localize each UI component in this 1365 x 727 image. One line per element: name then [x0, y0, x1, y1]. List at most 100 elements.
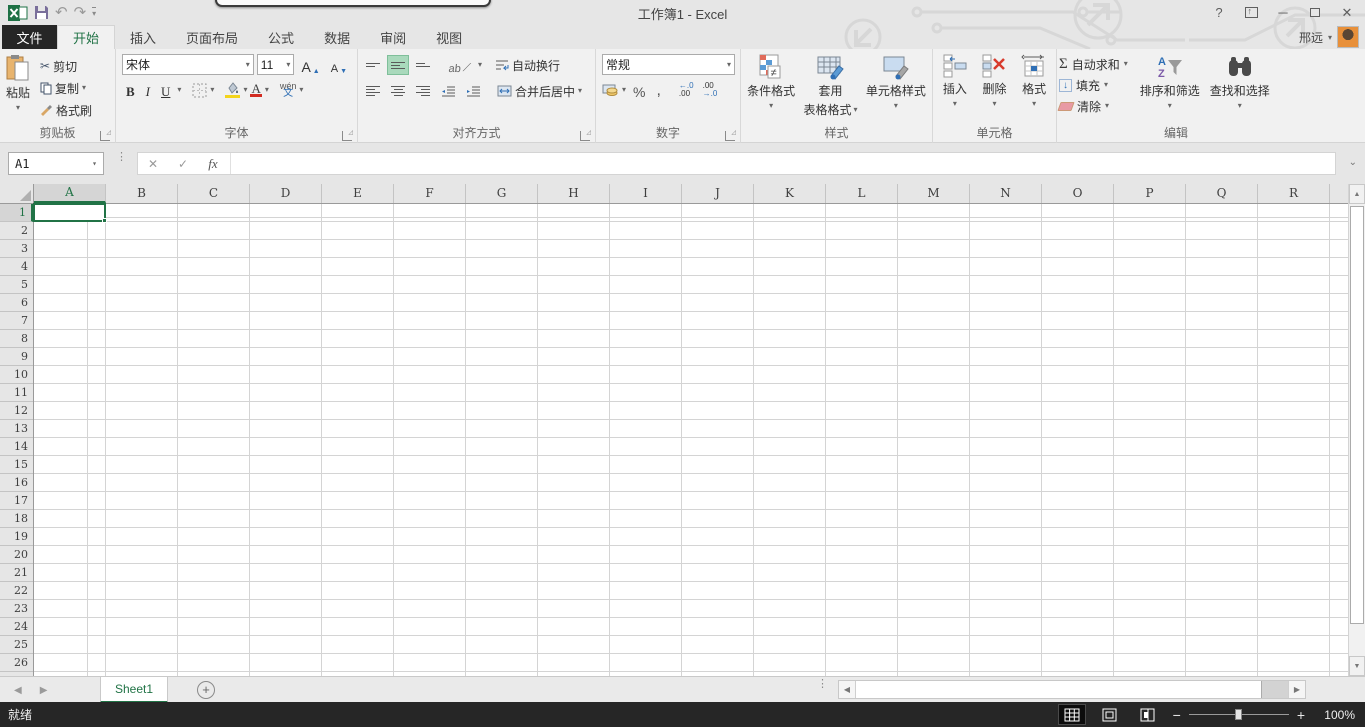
column-header-A[interactable]: A [34, 184, 106, 203]
middle-align-button[interactable] [387, 55, 409, 75]
copy-dropdown-icon[interactable]: ▾ [82, 84, 86, 92]
increase-indent-button[interactable] [462, 81, 484, 101]
clear-button[interactable]: 清除 ▾ [1059, 97, 1128, 115]
tab-page-layout[interactable]: 页面布局 [171, 25, 253, 49]
cell-styles-button[interactable]: 单元格样式 ▾ [862, 51, 930, 126]
row-header-9[interactable]: 9 [0, 348, 33, 366]
find-select-button[interactable]: 查找和选择 ▾ [1206, 51, 1274, 126]
row-header-14[interactable]: 14 [0, 438, 33, 456]
column-header-P[interactable]: P [1114, 184, 1186, 203]
row-header-1[interactable]: 1 [0, 204, 33, 222]
format-painter-button[interactable]: 格式刷 [38, 99, 94, 121]
row-header-16[interactable]: 16 [0, 474, 33, 492]
number-format-combo[interactable]: 常规 ▾ [602, 54, 735, 75]
column-header-B[interactable]: B [106, 184, 178, 203]
phonetic-dropdown-icon[interactable]: ▾ [299, 86, 303, 94]
font-name-combo[interactable]: 宋体 ▾ [122, 54, 254, 75]
horizontal-scrollbar[interactable]: ◀ ▶ [838, 680, 1306, 699]
top-align-button[interactable] [362, 55, 384, 75]
borders-dropdown-icon[interactable]: ▾ [210, 86, 214, 94]
format-cells-button[interactable]: 格式 ▾ [1017, 51, 1051, 126]
select-all-button[interactable] [0, 184, 34, 204]
row-header-22[interactable]: 22 [0, 582, 33, 600]
tab-data[interactable]: 数据 [309, 25, 365, 49]
row-header-2[interactable]: 2 [0, 222, 33, 240]
number-dialog-launcher-icon[interactable] [725, 131, 735, 141]
column-header-Q[interactable]: Q [1186, 184, 1258, 203]
row-header-24[interactable]: 24 [0, 618, 33, 636]
row-header-10[interactable]: 10 [0, 366, 33, 384]
orientation-icon[interactable]: ab⟋ [444, 55, 476, 75]
row-header-6[interactable]: 6 [0, 294, 33, 312]
horizontal-scroll-track[interactable] [1262, 681, 1288, 698]
merge-center-button[interactable]: 合并后居中 ▾ [495, 80, 584, 102]
font-color-dropdown-icon[interactable]: ▾ [265, 86, 269, 94]
row-header-17[interactable]: 17 [0, 492, 33, 510]
row-header-25[interactable]: 25 [0, 636, 33, 654]
tab-view[interactable]: 视图 [421, 25, 477, 49]
accounting-format-icon[interactable] [602, 83, 619, 97]
column-header-K[interactable]: K [754, 184, 826, 203]
column-header-C[interactable]: C [178, 184, 250, 203]
paste-button[interactable]: 粘贴 ▾ [2, 51, 34, 126]
decrease-decimal-button[interactable]: .00 →.0 [700, 82, 721, 98]
fill-dropdown-icon[interactable]: ▾ [1104, 81, 1108, 89]
row-header-26[interactable]: 26 [0, 654, 33, 672]
autosum-button[interactable]: Σ 自动求和 ▾ [1059, 55, 1128, 73]
next-sheet-icon[interactable]: ▶ [40, 685, 48, 696]
tab-insert[interactable]: 插入 [115, 25, 171, 49]
underline-dropdown-icon[interactable]: ▾ [177, 86, 181, 94]
insert-function-icon[interactable]: fx [198, 156, 228, 172]
close-icon[interactable]: ✕ [1333, 2, 1361, 24]
merge-center-dropdown-icon[interactable]: ▾ [578, 87, 582, 95]
row-header-19[interactable]: 19 [0, 528, 33, 546]
font-size-combo[interactable]: 11 ▾ [257, 54, 295, 75]
column-header-O[interactable]: O [1042, 184, 1114, 203]
restore-icon[interactable] [1301, 2, 1329, 24]
bottom-align-button[interactable] [412, 55, 434, 75]
increase-font-size-button[interactable]: A▲ [297, 55, 323, 75]
row-header-13[interactable]: 13 [0, 420, 33, 438]
cells-area[interactable] [34, 204, 1348, 676]
formula-bar-resize-handle[interactable]: ⋮ [116, 155, 127, 160]
scroll-right-icon[interactable]: ▶ [1288, 681, 1305, 698]
expand-formula-bar-icon[interactable]: ⌄ [1349, 157, 1357, 168]
user-avatar[interactable] [1337, 26, 1359, 48]
align-right-button[interactable] [412, 81, 434, 101]
column-header-L[interactable]: L [826, 184, 898, 203]
tab-file[interactable]: 文件 [2, 25, 57, 49]
name-box[interactable]: A1 ▾ [8, 152, 104, 175]
underline-button[interactable]: U [157, 80, 174, 100]
align-left-button[interactable] [362, 81, 384, 101]
help-icon[interactable]: ? [1205, 2, 1233, 24]
cancel-icon[interactable]: ✕ [138, 157, 168, 171]
scroll-up-icon[interactable]: ▲ [1349, 184, 1365, 204]
paste-dropdown-icon[interactable]: ▾ [16, 104, 20, 112]
column-header-D[interactable]: D [250, 184, 322, 203]
phonetic-guide-button[interactable]: wén 文 [280, 83, 297, 97]
row-header-18[interactable]: 18 [0, 510, 33, 528]
column-header-R[interactable]: R [1258, 184, 1330, 203]
tab-scroll-resize-handle[interactable]: ⋮ [817, 682, 828, 687]
page-break-preview-button[interactable] [1135, 705, 1161, 724]
cut-button[interactable]: ✂ 剪切 [38, 55, 94, 77]
tab-formulas[interactable]: 公式 [253, 25, 309, 49]
bold-button[interactable]: B [122, 80, 139, 100]
account-dropdown-icon[interactable]: ▾ [1328, 33, 1332, 42]
borders-icon[interactable] [192, 83, 207, 98]
enter-icon[interactable]: ✓ [168, 157, 198, 171]
decrease-font-size-button[interactable]: A▼ [327, 55, 351, 75]
percent-style-button[interactable]: % [629, 80, 649, 100]
row-header-8[interactable]: 8 [0, 330, 33, 348]
fill-button[interactable]: ↓ 填充 ▾ [1059, 76, 1128, 94]
accounting-dropdown-icon[interactable]: ▾ [622, 86, 626, 94]
wrap-text-button[interactable]: 自动换行 [493, 54, 562, 76]
row-header-12[interactable]: 12 [0, 402, 33, 420]
fill-color-dropdown-icon[interactable]: ▾ [243, 86, 247, 94]
previous-sheet-icon[interactable]: ◀ [14, 685, 22, 696]
delete-cells-button[interactable]: 删除 ▾ [977, 51, 1011, 126]
fill-color-button[interactable] [225, 82, 240, 98]
orientation-dropdown-icon[interactable]: ▾ [478, 61, 482, 69]
formula-input[interactable] [233, 153, 1335, 174]
row-header-20[interactable]: 20 [0, 546, 33, 564]
